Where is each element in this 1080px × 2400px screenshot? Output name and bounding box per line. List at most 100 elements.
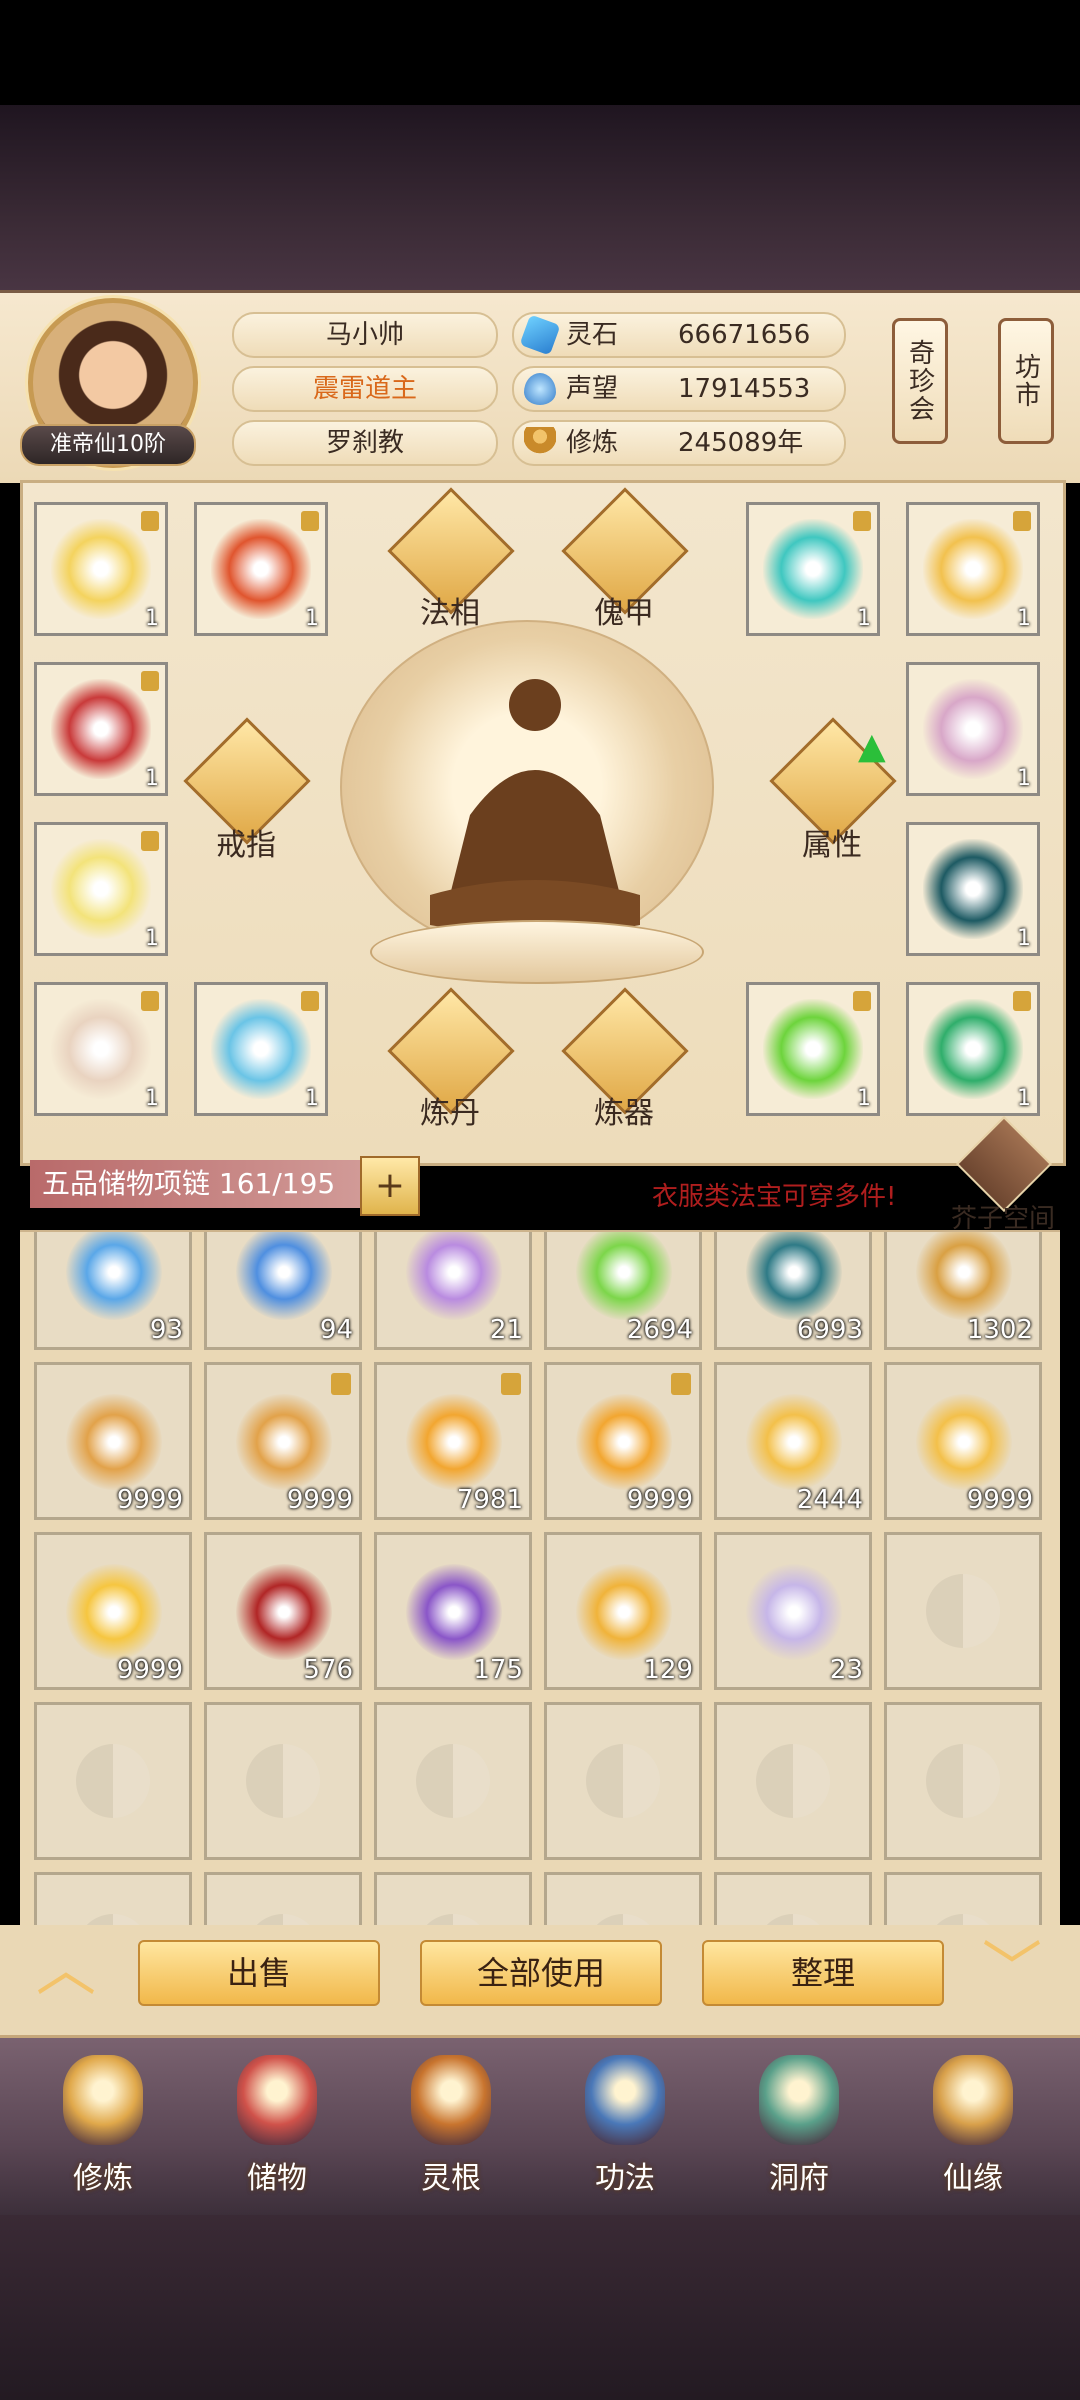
inventory-slot[interactable]: 9999 bbox=[34, 1532, 192, 1690]
resource-spirit-stone: 灵石 66671656 bbox=[512, 312, 846, 358]
realm-badge: 准帝仙10阶 bbox=[20, 424, 196, 466]
inventory-slot[interactable]: 7981 bbox=[374, 1362, 532, 1520]
sort-button[interactable]: 整理 bbox=[702, 1940, 944, 2006]
inventory-slot[interactable]: 9999 bbox=[544, 1362, 702, 1520]
empty-slot[interactable] bbox=[714, 1702, 872, 1860]
empty-slot[interactable] bbox=[714, 1872, 872, 1927]
sell-button[interactable]: 出售 bbox=[138, 1940, 380, 2006]
lock-icon bbox=[501, 1373, 521, 1395]
empty-slot[interactable] bbox=[884, 1872, 1042, 1927]
resource-prestige: 声望 17914553 bbox=[512, 366, 846, 412]
inventory-slot[interactable]: 94 bbox=[204, 1232, 362, 1350]
alchemy-button[interactable]: 炼丹 bbox=[387, 987, 515, 1131]
item-icon bbox=[66, 1232, 162, 1320]
empty-slot[interactable] bbox=[544, 1872, 702, 1927]
faxiang-button[interactable]: 法相 bbox=[387, 487, 515, 631]
inventory-slot[interactable]: 9999 bbox=[34, 1362, 192, 1520]
equipment-item-icon bbox=[51, 679, 151, 779]
status-bar-area bbox=[0, 0, 1080, 105]
market-button[interactable]: 坊市 bbox=[998, 318, 1054, 444]
nav-item[interactable]: 储物 bbox=[202, 2045, 352, 2205]
resource-cultivation: 修炼 245089年 bbox=[512, 420, 846, 466]
equipment-slot[interactable]: 1 bbox=[194, 982, 328, 1116]
nav-item[interactable]: 仙缘 bbox=[898, 2045, 1048, 2205]
lock-icon bbox=[671, 1373, 691, 1395]
item-icon bbox=[236, 1232, 332, 1320]
bottom-decor-band bbox=[0, 2215, 1080, 2400]
empty-slot[interactable] bbox=[544, 1702, 702, 1860]
cave-icon bbox=[759, 2055, 839, 2145]
empty-slot[interactable] bbox=[34, 1702, 192, 1860]
yin-yang-icon bbox=[926, 1744, 1000, 1818]
equipment-slot[interactable]: 1 bbox=[906, 662, 1040, 796]
player-sect: 罗刹教 bbox=[232, 420, 498, 466]
item-icon bbox=[576, 1232, 672, 1320]
scroll-down-icon[interactable]: ﹀ bbox=[972, 1940, 1052, 2000]
upgrade-arrow-icon: ▲ bbox=[858, 726, 886, 767]
inventory-slot[interactable]: 21 bbox=[374, 1232, 532, 1350]
ring-button[interactable]: 戒指 bbox=[183, 717, 311, 863]
equipment-slot[interactable]: 1 bbox=[34, 822, 168, 956]
inventory-slot[interactable]: 1302 bbox=[884, 1232, 1042, 1350]
empty-slot[interactable] bbox=[204, 1702, 362, 1860]
item-icon bbox=[406, 1564, 502, 1660]
lock-icon bbox=[141, 831, 159, 851]
equipment-slot[interactable]: 1 bbox=[34, 982, 168, 1116]
empty-slot[interactable] bbox=[884, 1532, 1042, 1690]
meditation-platform bbox=[370, 920, 704, 984]
nav-item[interactable]: 灵根 bbox=[376, 2045, 526, 2205]
inventory-slot[interactable]: 2444 bbox=[714, 1362, 872, 1520]
equipment-slot[interactable]: 1 bbox=[906, 822, 1040, 956]
equipment-item-icon bbox=[763, 519, 863, 619]
attributes-button[interactable]: ▲ 属性 bbox=[769, 717, 897, 863]
use-all-button[interactable]: 全部使用 bbox=[420, 1940, 662, 2006]
yin-yang-icon bbox=[246, 1744, 320, 1818]
equipment-slot[interactable]: 1 bbox=[34, 502, 168, 636]
jiezi-space-button[interactable]: 芥子空间 bbox=[948, 1115, 1058, 1234]
expand-storage-button[interactable]: + bbox=[360, 1156, 420, 1216]
spirit-root-icon bbox=[411, 2055, 491, 2145]
nav-item[interactable]: 修炼 bbox=[28, 2045, 178, 2205]
nav-item[interactable]: 功法 bbox=[550, 2045, 700, 2205]
yin-yang-icon bbox=[416, 1744, 490, 1818]
equipment-item-icon bbox=[763, 999, 863, 1099]
inventory-slot[interactable]: 175 bbox=[374, 1532, 532, 1690]
treasure-shop-button[interactable]: 奇珍会 bbox=[892, 318, 948, 444]
yin-yang-icon bbox=[756, 1744, 830, 1818]
equipment-slot[interactable]: 1 bbox=[194, 502, 328, 636]
inventory-slot[interactable]: 2694 bbox=[544, 1232, 702, 1350]
empty-slot[interactable] bbox=[374, 1872, 532, 1927]
scroll-up-icon[interactable]: ︿ bbox=[26, 1940, 106, 2000]
lock-icon bbox=[141, 991, 159, 1011]
inventory-slot[interactable]: 576 bbox=[204, 1532, 362, 1690]
inventory-slot[interactable]: 9999 bbox=[884, 1362, 1042, 1520]
inventory-slot[interactable]: 129 bbox=[544, 1532, 702, 1690]
equipment-slot[interactable]: 1 bbox=[34, 662, 168, 796]
bag-icon bbox=[237, 2055, 317, 2145]
equipment-slot[interactable]: 1 bbox=[906, 502, 1040, 636]
lock-icon bbox=[301, 991, 319, 1011]
inventory-slot[interactable]: 23 bbox=[714, 1532, 872, 1690]
empty-slot[interactable] bbox=[204, 1872, 362, 1927]
empty-slot[interactable] bbox=[884, 1702, 1042, 1860]
equipment-slot[interactable]: 1 bbox=[746, 502, 880, 636]
nav-item[interactable]: 洞府 bbox=[724, 2045, 874, 2205]
empty-slot[interactable] bbox=[34, 1872, 192, 1927]
item-icon bbox=[406, 1232, 502, 1320]
item-icon bbox=[916, 1232, 1012, 1320]
item-icon bbox=[576, 1564, 672, 1660]
inventory-slot[interactable]: 93 bbox=[34, 1232, 192, 1350]
empty-slot[interactable] bbox=[374, 1702, 532, 1860]
item-icon bbox=[406, 1394, 502, 1490]
equipment-slot[interactable]: 1 bbox=[906, 982, 1040, 1116]
yin-yang-icon bbox=[586, 1744, 660, 1818]
inventory-slot[interactable]: 9999 bbox=[204, 1362, 362, 1520]
cultivation-icon bbox=[524, 427, 556, 459]
forge-button[interactable]: 炼器 bbox=[561, 987, 689, 1131]
equipment-slot[interactable]: 1 bbox=[746, 982, 880, 1116]
lock-icon bbox=[853, 991, 871, 1011]
player-title: 震雷道主 bbox=[232, 366, 498, 412]
kuijia-button[interactable]: 傀甲 bbox=[561, 487, 689, 631]
item-icon bbox=[576, 1394, 672, 1490]
inventory-slot[interactable]: 6993 bbox=[714, 1232, 872, 1350]
